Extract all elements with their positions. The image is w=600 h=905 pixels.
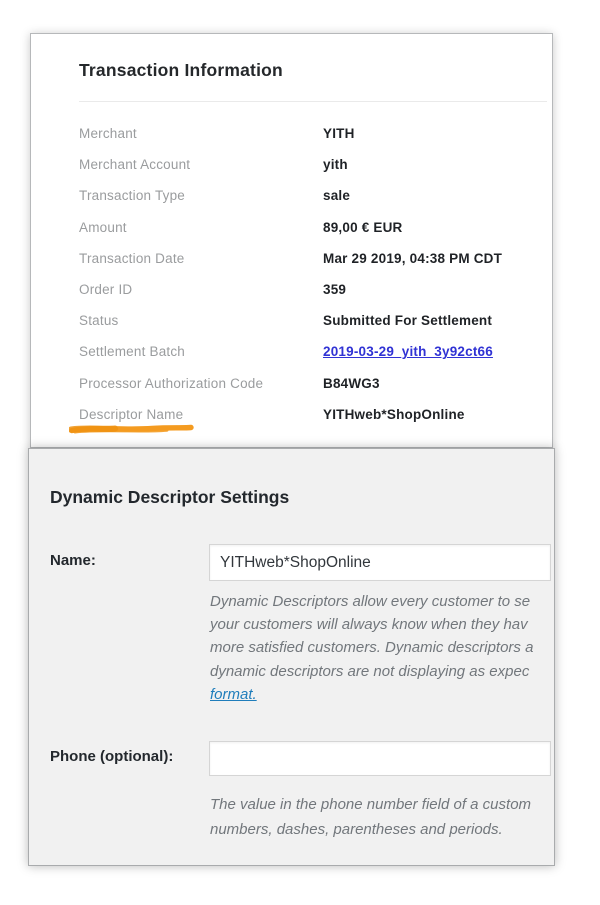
- row-status: Status Submitted For Settlement: [79, 305, 546, 336]
- format-link[interactable]: format.: [210, 686, 257, 703]
- row-label: Descriptor Name: [79, 407, 183, 422]
- phone-field-description: The value in the phone number field of a…: [210, 793, 531, 842]
- row-value: 89,00 € EUR: [323, 212, 403, 243]
- name-field-description: Dynamic Descriptors allow every customer…: [210, 590, 533, 706]
- row-label: Settlement Batch: [79, 344, 185, 359]
- row-value: 359: [323, 274, 346, 305]
- row-label: Amount: [79, 220, 127, 235]
- row-amount: Amount 89,00 € EUR: [79, 212, 546, 243]
- transaction-information-panel: Transaction Information Merchant YITH Me…: [30, 33, 553, 448]
- row-label: Transaction Date: [79, 251, 185, 266]
- transaction-panel-title: Transaction Information: [79, 60, 283, 81]
- row-label: Status: [79, 313, 118, 328]
- description-line: your customers will always know when the…: [210, 613, 533, 636]
- dynamic-descriptor-settings-panel: Dynamic Descriptor Settings Name: Dynami…: [28, 448, 555, 866]
- row-value: B84WG3: [323, 368, 380, 399]
- row-merchant: Merchant YITH: [79, 118, 546, 149]
- row-merchant-account: Merchant Account yith: [79, 149, 546, 180]
- description-line: dynamic descriptors are not displaying a…: [210, 660, 533, 683]
- row-value: sale: [323, 180, 350, 211]
- settlement-batch-link[interactable]: 2019-03-29_yith_3y92ct66: [323, 344, 493, 359]
- row-value: Submitted For Settlement: [323, 305, 492, 336]
- description-line: Dynamic Descriptors allow every customer…: [210, 590, 533, 613]
- row-label: Processor Authorization Code: [79, 376, 263, 391]
- name-input[interactable]: [209, 544, 551, 581]
- row-label: Merchant Account: [79, 157, 190, 172]
- row-value: yith: [323, 149, 348, 180]
- page: Transaction Information Merchant YITH Me…: [0, 0, 600, 905]
- row-settlement-batch: Settlement Batch 2019-03-29_yith_3y92ct6…: [79, 336, 546, 367]
- phone-input[interactable]: [209, 741, 551, 776]
- row-value: Mar 29 2019, 04:38 PM CDT: [323, 243, 502, 274]
- row-transaction-type: Transaction Type sale: [79, 180, 546, 211]
- row-value: 2019-03-29_yith_3y92ct66: [323, 336, 493, 367]
- row-value: YITHweb*ShopOnline: [323, 399, 465, 430]
- row-label: Order ID: [79, 282, 132, 297]
- description-line: numbers, dashes, parentheses and periods…: [210, 818, 531, 843]
- name-field-label: Name:: [50, 552, 96, 569]
- row-processor-auth-code: Processor Authorization Code B84WG3: [79, 368, 546, 399]
- row-order-id: Order ID 359: [79, 274, 546, 305]
- description-line: The value in the phone number field of a…: [210, 793, 531, 818]
- row-descriptor-name: Descriptor Name YITHweb*ShopOnline: [79, 399, 546, 430]
- settings-panel-title: Dynamic Descriptor Settings: [50, 487, 289, 508]
- phone-field-label: Phone (optional):: [50, 748, 173, 765]
- row-transaction-date: Transaction Date Mar 29 2019, 04:38 PM C…: [79, 243, 546, 274]
- row-label: Transaction Type: [79, 188, 185, 203]
- title-divider: [79, 101, 547, 102]
- row-value: YITH: [323, 118, 355, 149]
- row-label: Merchant: [79, 126, 137, 141]
- transaction-rows: Merchant YITH Merchant Account yith Tran…: [79, 118, 546, 430]
- description-line: more satisfied customers. Dynamic descri…: [210, 636, 533, 659]
